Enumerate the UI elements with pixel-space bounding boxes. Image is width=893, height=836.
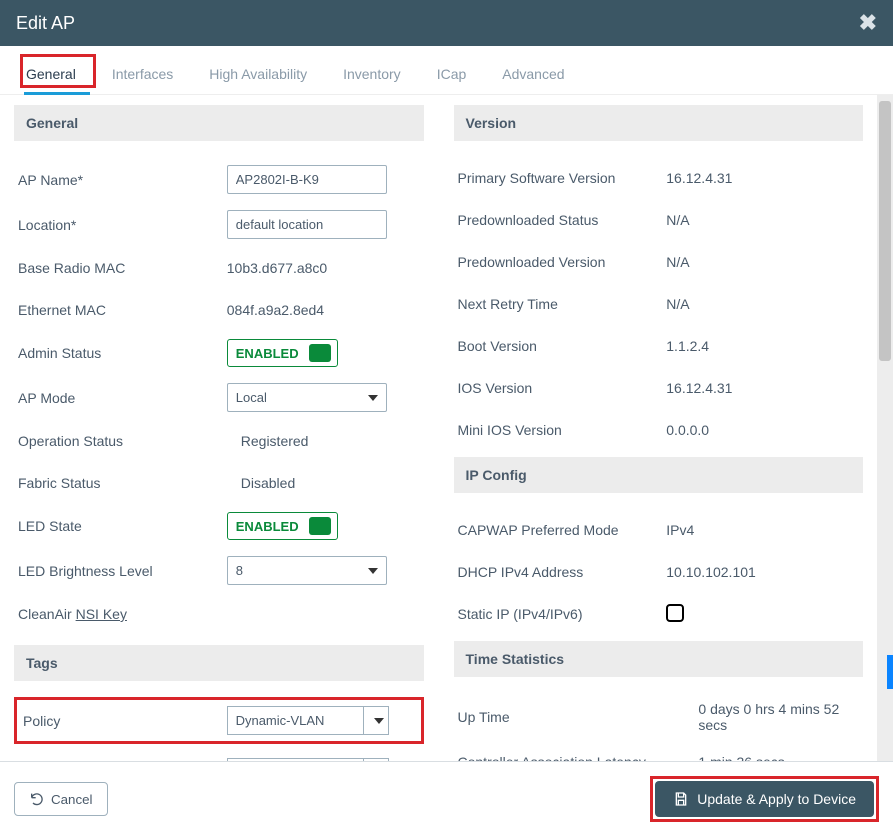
led-brightness-label: LED Brightness Level [18,563,227,579]
tab-bar: General Interfaces High Availability Inv… [0,46,893,95]
ethernet-mac-value: 084f.a9a2.8ed4 [227,302,420,318]
toggle-knob-icon [309,344,331,362]
policy-label: Policy [23,713,227,729]
tab-icap[interactable]: ICap [433,60,471,88]
chevron-down-icon [368,395,378,401]
tab-advanced[interactable]: Advanced [498,60,568,88]
modal-footer: Cancel Update & Apply to Device [0,761,893,836]
assoc-latency-value: 1 min 36 secs [698,754,859,761]
cleanair-label: CleanAir NSI Key [18,606,227,622]
scrollbar-marker [887,655,893,689]
modal-header: Edit AP ✖ [0,0,893,46]
predl-status-label: Predownloaded Status [458,212,667,228]
chevron-down-icon [368,568,378,574]
base-radio-mac-label: Base Radio MAC [18,260,227,276]
section-head-tags: Tags [14,645,424,681]
fabric-status-label: Fabric Status [18,475,227,491]
policy-tag-select[interactable]: Dynamic-VLAN [227,706,389,735]
left-column: General AP Name* Location* Base Radio MA… [14,105,424,761]
operation-status-value: Registered [227,433,420,449]
toggle-knob-icon [309,517,331,535]
next-retry-value: N/A [666,296,859,312]
scrollbar-thumb[interactable] [879,101,891,361]
update-apply-button-label: Update & Apply to Device [697,791,856,807]
static-ip-label: Static IP (IPv4/IPv6) [458,606,667,622]
admin-status-label: Admin Status [18,345,227,361]
next-retry-label: Next Retry Time [458,296,667,312]
uptime-label: Up Time [458,709,699,725]
led-brightness-select[interactable]: 8 [227,556,387,585]
boot-ver-label: Boot Version [458,338,667,354]
dhcp-value: 10.10.102.101 [666,564,859,580]
fabric-status-value: Disabled [227,475,420,491]
led-state-label: LED State [18,518,227,534]
section-head-timestats: Time Statistics [454,641,864,677]
led-state-toggle[interactable]: ENABLED [227,512,338,540]
ios-ver-value: 16.12.4.31 [666,380,859,396]
ethernet-mac-label: Ethernet MAC [18,302,227,318]
ap-mode-select-value: Local [236,390,267,405]
save-icon [673,791,689,807]
tab-inventory[interactable]: Inventory [339,60,405,88]
modal-body-scroll[interactable]: General AP Name* Location* Base Radio MA… [0,95,877,761]
predl-ver-label: Predownloaded Version [458,254,667,270]
location-input[interactable] [227,210,387,239]
cancel-button-label: Cancel [51,792,93,807]
predl-ver-value: N/A [666,254,859,270]
ap-name-label: AP Name* [18,172,227,188]
cancel-button[interactable]: Cancel [14,782,108,816]
right-column: Version Primary Software Version 16.12.4… [454,105,864,761]
dhcp-label: DHCP IPv4 Address [458,564,667,580]
section-head-ipconfig: IP Config [454,457,864,493]
led-brightness-value: 8 [236,563,243,578]
undo-icon [29,791,45,807]
admin-status-toggle-label: ENABLED [236,346,299,361]
tab-high-availability[interactable]: High Availability [205,60,311,88]
policy-tag-value: Dynamic-VLAN [227,706,363,735]
uptime-value: 0 days 0 hrs 4 mins 52 secs [698,701,859,733]
primary-sw-label: Primary Software Version [458,170,667,186]
ap-mode-label: AP Mode [18,390,227,406]
operation-status-label: Operation Status [18,433,227,449]
mini-ios-label: Mini IOS Version [458,422,667,438]
close-icon[interactable]: ✖ [859,10,877,36]
capwap-mode-label: CAPWAP Preferred Mode [458,522,667,538]
ios-ver-label: IOS Version [458,380,667,396]
tab-interfaces[interactable]: Interfaces [108,60,177,88]
mini-ios-value: 0.0.0.0 [666,422,859,438]
section-head-general: General [14,105,424,141]
active-tab-underline [24,92,90,95]
boot-ver-value: 1.1.2.4 [666,338,859,354]
section-head-version: Version [454,105,864,141]
admin-status-toggle[interactable]: ENABLED [227,339,338,367]
update-apply-button[interactable]: Update & Apply to Device [655,781,874,817]
modal-title: Edit AP [16,13,75,34]
chevron-down-icon [374,718,384,724]
highlight-box-tab-general [20,54,96,88]
led-state-toggle-label: ENABLED [236,519,299,534]
nsi-key-link[interactable]: NSI Key [76,606,127,622]
base-radio-mac-value: 10b3.d677.a8c0 [227,260,420,276]
capwap-mode-value: IPv4 [666,522,859,538]
vertical-scrollbar[interactable] [877,95,893,761]
static-ip-checkbox[interactable] [666,604,684,622]
primary-sw-value: 16.12.4.31 [666,170,859,186]
ap-mode-select[interactable]: Local [227,383,387,412]
policy-tag-dropdown-button[interactable] [363,706,389,735]
predl-status-value: N/A [666,212,859,228]
assoc-latency-label: Controller Association Latency [458,754,699,761]
location-label: Location* [18,217,227,233]
ap-name-input[interactable] [227,165,387,194]
highlight-box-policy-row: Policy Dynamic-VLAN [14,697,424,744]
highlight-box-apply-button: Update & Apply to Device [650,776,879,822]
